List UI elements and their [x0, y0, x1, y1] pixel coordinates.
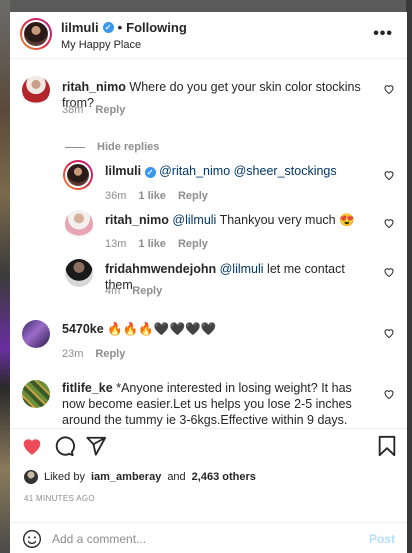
like-heart-icon[interactable] — [21, 435, 43, 457]
reply-username[interactable]: ritah_nimo — [105, 213, 169, 227]
reply-mention[interactable]: @ritah_nimo @sheer_stockings — [159, 164, 337, 178]
reply-button[interactable]: Reply — [95, 348, 125, 360]
like-comment-heart-icon[interactable] — [383, 327, 395, 339]
commenter-avatar[interactable] — [22, 76, 50, 104]
commenter-avatar[interactable] — [22, 320, 50, 348]
likes-connector: and — [167, 471, 186, 483]
reply-button[interactable]: Reply — [178, 238, 208, 250]
reply-username[interactable]: fridahmwendejohn — [105, 262, 216, 276]
reply-text: ritah_nimo @lilmuli Thankyou very much 😍 — [105, 212, 375, 228]
comment-meta: 23m Reply — [62, 348, 125, 360]
reply-meta: 13m 1 like Reply — [105, 238, 208, 250]
reply-text: lilmuli ✓ @ritah_nimo @sheer_stockings — [105, 163, 375, 179]
reply-avatar[interactable] — [65, 259, 93, 287]
reply-likes[interactable]: 1 like — [138, 190, 166, 202]
comment-time: 23m — [62, 348, 84, 360]
like-reply-heart-icon[interactable] — [383, 266, 395, 278]
reply-button[interactable]: Reply — [132, 285, 162, 297]
emoji-icon[interactable] — [22, 529, 42, 549]
reply-button[interactable]: Reply — [178, 190, 208, 202]
comment-text: fitlife_ke *Anyone interested in losing … — [62, 380, 372, 428]
hide-replies-line — [65, 147, 85, 148]
location-link[interactable]: My Happy Place — [61, 39, 141, 51]
comment-meta: 38m Reply — [62, 104, 125, 116]
reply-body: Thankyou very much 😍 — [219, 213, 355, 227]
add-comment-input[interactable] — [52, 529, 352, 549]
background-strip-top — [0, 0, 412, 12]
reply-avatar[interactable] — [63, 160, 93, 190]
background-strip-left — [0, 0, 10, 553]
more-options-icon[interactable]: ••• — [373, 25, 393, 43]
post-comment-button[interactable]: Post — [369, 532, 395, 546]
likes-prefix: Liked by — [44, 471, 85, 483]
comment-text: 5470ke 🔥🔥🔥🖤🖤🖤🖤 — [62, 321, 382, 337]
verified-badge-icon: ✓ — [102, 22, 114, 33]
following-button[interactable]: Following — [126, 20, 187, 35]
post-header: lilmuli ✓ • Following My Happy Place ••• — [10, 12, 407, 59]
like-comment-heart-icon[interactable] — [383, 388, 395, 400]
comment-username[interactable]: ritah_nimo — [62, 80, 126, 94]
share-icon[interactable] — [85, 435, 107, 457]
reply-meta: 4m Reply — [105, 285, 162, 297]
likes-summary: Liked by iam_amberay and 2,463 others — [24, 470, 256, 484]
reply-username[interactable]: lilmuli — [105, 164, 141, 178]
comment-item: fitlife_ke *Anyone interested in losing … — [10, 376, 407, 428]
liker-username[interactable]: iam_amberay — [91, 471, 161, 483]
author-avatar[interactable] — [20, 18, 52, 50]
author-username[interactable]: lilmuli — [61, 20, 99, 35]
hide-replies-button[interactable]: Hide replies — [97, 141, 159, 153]
comment-icon[interactable] — [53, 435, 75, 457]
reply-time: 13m — [105, 238, 127, 250]
comment-username[interactable]: 5470ke — [62, 322, 104, 336]
like-reply-heart-icon[interactable] — [383, 169, 395, 181]
reply-mention[interactable]: @lilmuli — [172, 213, 216, 227]
post-timestamp: 41 MINUTES AGO — [24, 494, 95, 503]
reply-time: 36m — [105, 190, 127, 202]
reply-mention[interactable]: @lilmuli — [220, 262, 264, 276]
post-comments-panel: lilmuli ✓ • Following My Happy Place •••… — [10, 12, 407, 553]
reply-time: 4m — [105, 285, 121, 297]
commenter-avatar[interactable] — [22, 380, 50, 408]
separator-dot: • — [117, 20, 123, 35]
comment-username[interactable]: fitlife_ke — [62, 381, 113, 395]
reply-avatar[interactable] — [65, 210, 93, 238]
like-reply-heart-icon[interactable] — [383, 217, 395, 229]
verified-badge-icon: ✓ — [144, 167, 156, 178]
reply-likes[interactable]: 1 like — [138, 238, 166, 250]
liker-avatar[interactable] — [24, 470, 38, 484]
comment-body: 🔥🔥🔥🖤🖤🖤🖤 — [107, 322, 217, 336]
likes-others-link[interactable]: 2,463 others — [192, 471, 256, 483]
add-comment-bar: Post — [10, 522, 407, 553]
author-row: lilmuli ✓ • Following — [61, 20, 187, 35]
post-action-bar — [10, 428, 407, 468]
reply-button[interactable]: Reply — [95, 104, 125, 116]
save-bookmark-icon[interactable] — [376, 435, 398, 457]
like-comment-heart-icon[interactable] — [383, 83, 395, 95]
reply-meta: 36m 1 like Reply — [105, 190, 208, 202]
comment-time: 38m — [62, 104, 84, 116]
